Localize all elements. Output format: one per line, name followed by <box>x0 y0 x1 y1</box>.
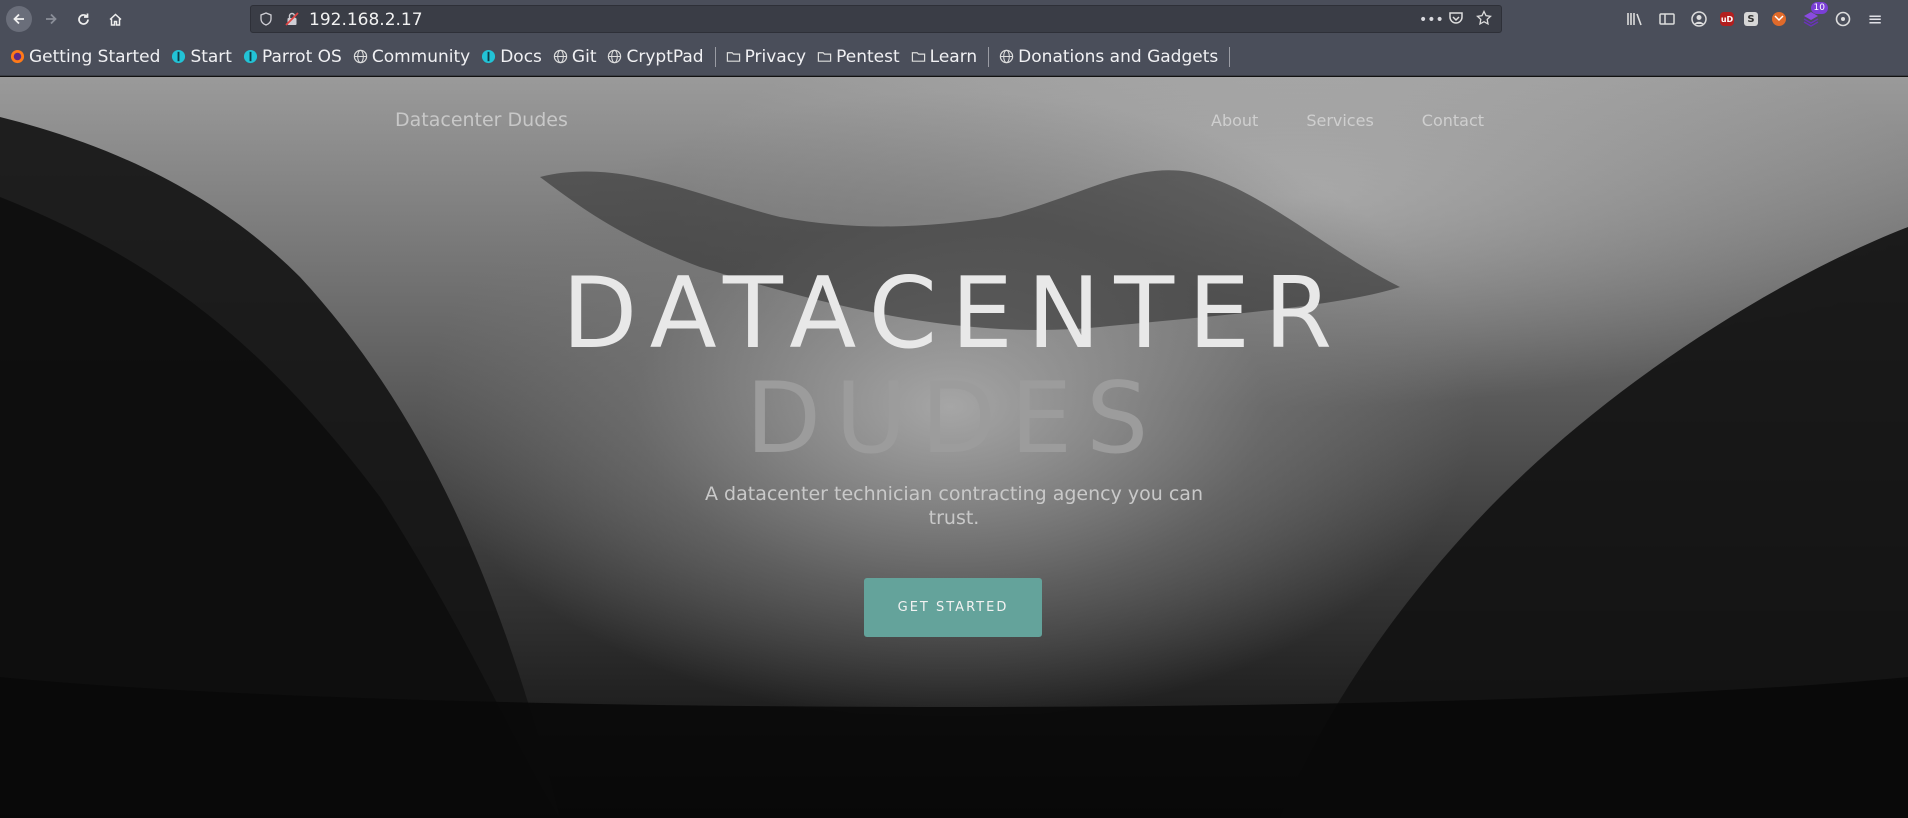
gear-icon[interactable] <box>1832 8 1854 30</box>
bookmark-getting-started[interactable]: Getting Started <box>10 47 160 67</box>
bookmark-label: Start <box>190 46 232 67</box>
more-actions-icon[interactable]: ••• <box>1419 12 1444 28</box>
bookmark-label: Pentest <box>836 46 900 67</box>
folder-icon <box>817 52 832 62</box>
bookmark-parrot-os[interactable]: Parrot OS <box>243 47 342 67</box>
bookmark-label: CryptPad <box>626 46 704 67</box>
url-text[interactable]: 192.168.2.17 <box>309 10 423 30</box>
browser-toolbar: 192.168.2.17 ••• uD S 10 ≡ <box>0 0 1908 38</box>
bookmarks-bar: Getting Started Start Parrot OS Communit… <box>0 38 1908 76</box>
hero-title-line2: DUDES <box>745 362 1163 476</box>
foxyproxy-icon[interactable] <box>1768 8 1790 30</box>
bookmark-folder-privacy[interactable]: Privacy <box>726 46 807 67</box>
nav-about[interactable]: About <box>1211 111 1258 130</box>
shield-icon[interactable] <box>259 12 273 26</box>
s-extension-icon[interactable]: S <box>1744 12 1758 26</box>
bookmark-label: Learn <box>929 46 978 67</box>
parrot-icon <box>482 49 496 64</box>
bookmark-label: Git <box>571 46 597 67</box>
get-started-button[interactable]: GET STARTED <box>864 578 1042 637</box>
bookmark-star-icon[interactable] <box>1475 9 1493 30</box>
bookmark-label: Docs <box>500 46 542 67</box>
insecure-lock-icon[interactable] <box>285 12 299 26</box>
hero-title-line1: DATACENTER <box>561 257 1347 371</box>
bookmark-separator <box>714 46 716 67</box>
pocket-icon[interactable] <box>1447 11 1465 29</box>
arrow-right-icon <box>46 13 57 25</box>
extension-badge-icon[interactable]: 10 <box>1800 2 1828 30</box>
home-icon <box>108 12 122 26</box>
globe-icon <box>553 49 568 64</box>
site-nav: About Services Contact <box>1211 111 1484 130</box>
bookmark-separator <box>1229 46 1231 67</box>
hamburger-menu-icon[interactable]: ≡ <box>1864 8 1886 30</box>
folder-icon <box>911 52 925 62</box>
bookmark-git[interactable]: Git <box>553 46 597 67</box>
bookmark-label: Donations and Gadgets <box>1018 46 1219 67</box>
home-button[interactable] <box>102 6 128 32</box>
extension-badge-count: 10 <box>1810 2 1828 14</box>
site-brand[interactable]: Datacenter Dudes <box>395 109 568 131</box>
folder-icon <box>726 52 740 62</box>
firefox-icon <box>10 49 25 64</box>
bookmark-label: Getting Started <box>29 46 161 67</box>
parrot-icon <box>172 49 186 64</box>
bookmark-docs[interactable]: Docs <box>481 47 542 67</box>
forward-button[interactable] <box>38 6 64 32</box>
url-actions: ••• <box>1419 9 1493 30</box>
bookmark-cryptpad[interactable]: CryptPad <box>607 46 704 67</box>
hero-tagline: A datacenter technician contracting agen… <box>705 483 1203 529</box>
bookmark-label: Privacy <box>744 46 807 67</box>
nav-services[interactable]: Services <box>1306 111 1373 130</box>
bookmark-donations[interactable]: Donations and Gadgets <box>999 47 1218 67</box>
bookmark-folder-pentest[interactable]: Pentest <box>817 47 900 67</box>
toolbar-right-icons: uD S 10 ≡ <box>1624 2 1886 30</box>
url-bar[interactable]: 192.168.2.17 ••• <box>250 5 1502 33</box>
reload-button[interactable] <box>70 6 96 32</box>
arrow-left-icon <box>13 13 24 25</box>
account-icon[interactable] <box>1688 8 1710 30</box>
globe-icon <box>608 49 622 64</box>
bookmark-folder-learn[interactable]: Learn <box>911 46 978 67</box>
parrot-icon <box>243 49 258 64</box>
bookmark-label: Community <box>371 46 471 67</box>
bookmark-separator <box>988 46 990 67</box>
ublock-origin-icon[interactable]: uD <box>1720 12 1734 26</box>
nav-contact[interactable]: Contact <box>1422 111 1484 130</box>
bookmark-start[interactable]: Start <box>171 47 232 67</box>
globe-icon <box>999 49 1014 64</box>
back-button[interactable] <box>6 6 32 32</box>
library-icon[interactable] <box>1624 8 1646 30</box>
bookmark-label: Parrot OS <box>261 46 342 67</box>
bookmark-community[interactable]: Community <box>353 47 470 67</box>
web-page: Datacenter Dudes About Services Contact … <box>0 77 1908 818</box>
globe-icon <box>353 49 368 64</box>
reload-icon <box>77 13 89 25</box>
sidebar-icon[interactable] <box>1656 8 1678 30</box>
